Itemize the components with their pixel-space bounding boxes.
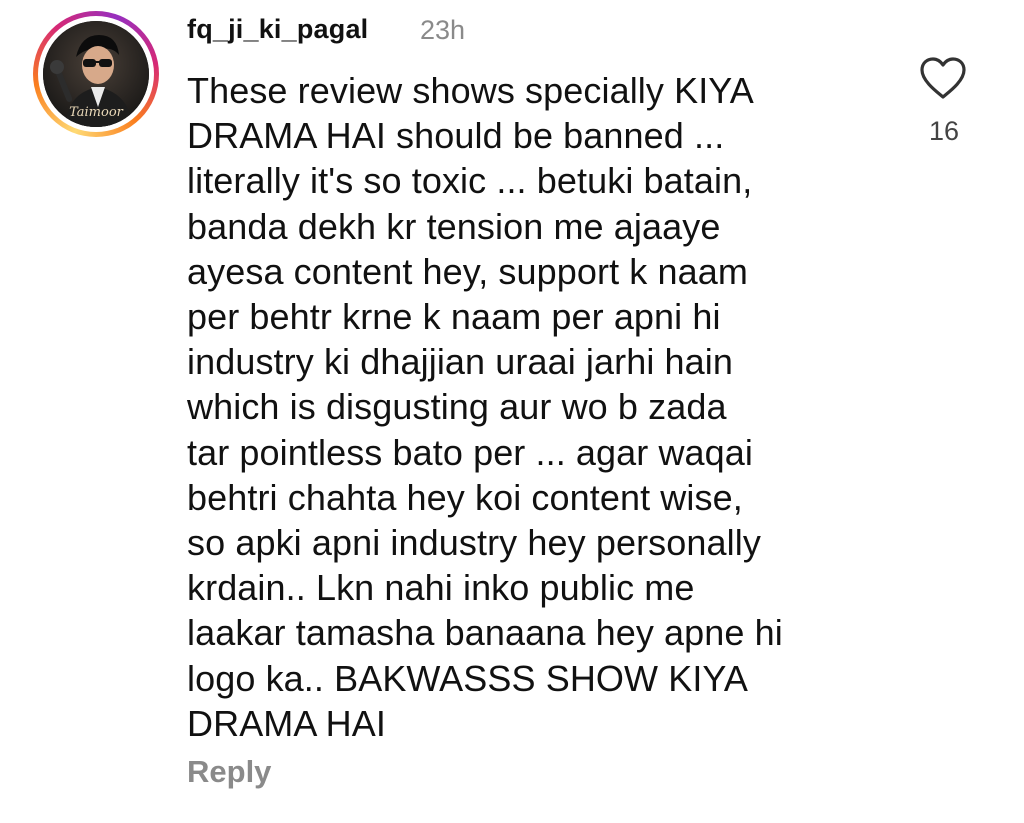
comment: Taimoor fq_ji_ki_pagal 23h These review … [0,0,1024,823]
heart-outline-icon [920,57,966,99]
timestamp: 23h [420,15,466,45]
story-ring[interactable]: Taimoor [33,11,159,137]
reply-button[interactable]: Reply [187,754,271,790]
username[interactable]: fq_ji_ki_pagal [187,14,368,45]
comment-text: These review shows specially KIYA DRAMA … [187,70,783,744]
avatar[interactable]: Taimoor [43,21,149,127]
like-count: 16 [928,116,960,146]
like-button[interactable] [918,55,968,101]
signature-text: Taimoor [69,105,124,120]
profile-photo: Taimoor [43,21,149,127]
